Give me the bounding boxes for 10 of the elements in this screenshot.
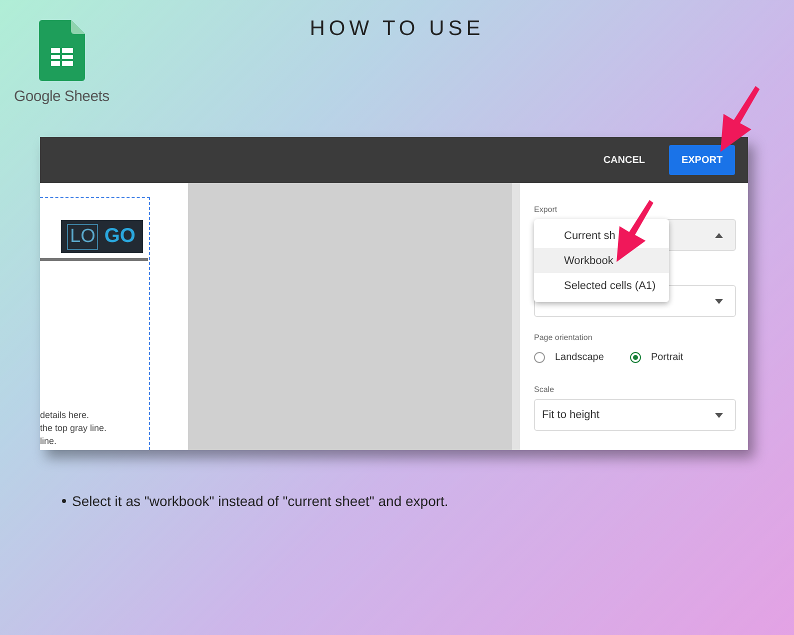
logo-image: LO GO: [61, 220, 143, 253]
instruction-text: Select it as "workbook" instead of "current sheet" and export.: [72, 493, 448, 509]
preview-text: line.: [40, 436, 58, 446]
logo-label: Google Sheets: [14, 88, 110, 105]
page-title: HOW TO USE: [308, 17, 486, 41]
field-label: Export: [534, 205, 558, 214]
preview-text: details here.: [40, 410, 90, 420]
preview-text: the top gray line.: [40, 423, 108, 433]
field-label: Page orientation: [534, 333, 594, 342]
field-label: Scale: [534, 385, 556, 394]
